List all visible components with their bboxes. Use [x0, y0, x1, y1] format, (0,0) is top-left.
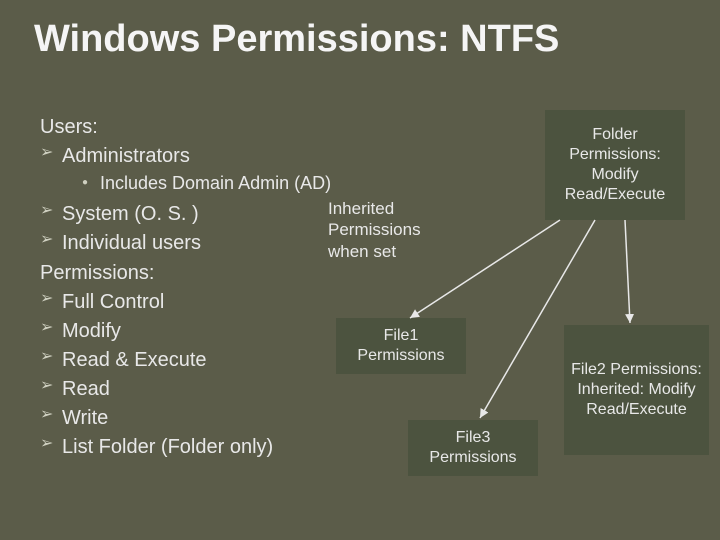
file2-permissions-box: File2 Permissions: Inherited: Modify Rea… — [564, 325, 709, 455]
folder-permissions-text: Folder Permissions: Modify Read/Execute — [549, 125, 681, 205]
inherited-permissions-label: Inherited Permissions when set — [328, 198, 458, 262]
bullet-list-folder: List Folder (Folder only) — [40, 434, 440, 460]
file3-permissions-box: File3 Permissions — [408, 420, 538, 476]
content-block: Users: Administrators Includes Domain Ad… — [40, 110, 440, 463]
subbullet-domain-admin: Includes Domain Admin (AD) — [40, 172, 440, 195]
bullet-write: Write — [40, 405, 440, 431]
slide: Windows Permissions: NTFS Users: Adminis… — [0, 0, 720, 540]
file3-permissions-text: File3 Permissions — [412, 428, 534, 468]
folder-permissions-box: Folder Permissions: Modify Read/Execute — [545, 110, 685, 220]
bullet-read: Read — [40, 376, 440, 402]
users-heading: Users: — [40, 114, 440, 140]
file1-permissions-text: File1 Permissions — [340, 326, 462, 366]
file2-permissions-text: File2 Permissions: Inherited: Modify Rea… — [568, 360, 705, 420]
permissions-heading: Permissions: — [40, 260, 440, 286]
bullet-full-control: Full Control — [40, 289, 440, 315]
file1-permissions-box: File1 Permissions — [336, 318, 466, 374]
bullet-administrators: Administrators — [40, 143, 440, 169]
slide-title: Windows Permissions: NTFS — [34, 18, 559, 61]
